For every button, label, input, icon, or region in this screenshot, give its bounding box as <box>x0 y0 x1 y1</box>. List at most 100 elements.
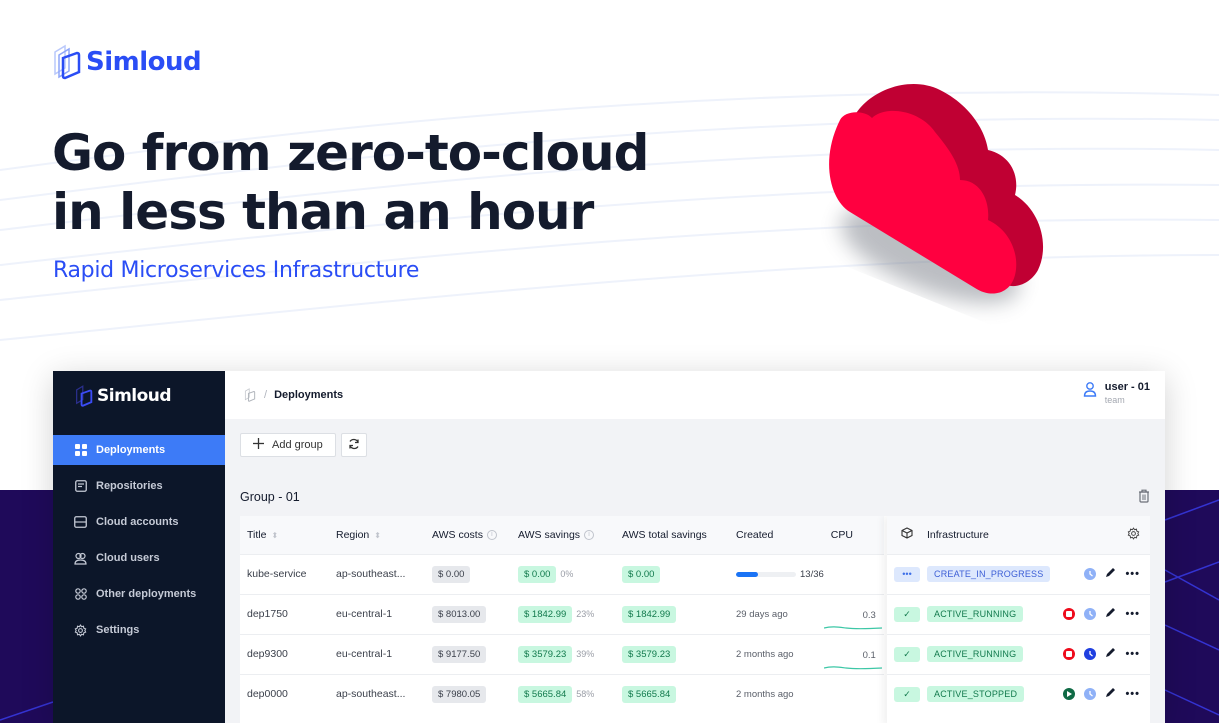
sidebar-brand: Simloud <box>73 385 172 407</box>
edit-button[interactable] <box>1105 567 1116 581</box>
title-cell[interactable]: dep0000 <box>240 673 329 714</box>
status-badge: ✓ <box>894 646 920 662</box>
table-header-row: Title ⬍ Region ⬍ AWS costs i AWS savings i A… <box>240 516 884 554</box>
edit-button[interactable] <box>1105 647 1116 661</box>
pencil-icon <box>1106 648 1116 657</box>
more-options-button[interactable]: ••• <box>1125 609 1140 620</box>
deployment-progress: 13/36 <box>736 569 824 580</box>
table-row[interactable]: dep0000 ap-southeast... $ 7980.05 $ 5665.84… <box>240 673 884 714</box>
simloud-logo-icon <box>54 44 81 80</box>
pencil-icon <box>1106 688 1116 698</box>
schedule-button[interactable] <box>1084 688 1097 701</box>
sort-icon[interactable]: ⬍ <box>271 531 278 540</box>
cpu-cell <box>823 673 884 714</box>
progress-text: 13/36 <box>800 569 824 580</box>
column-header-aws-savings: AWS savings i <box>511 516 615 554</box>
title-cell[interactable]: dep9300 <box>240 633 329 674</box>
pencil-icon <box>1106 568 1116 577</box>
aws-savings-cell: $ 3579.23 39% <box>511 633 615 674</box>
cloud-3d-icon <box>829 84 1044 304</box>
infrastructure-state: ACTIVE_STOPPED <box>927 686 1025 703</box>
add-group-button[interactable]: Add group <box>240 433 336 457</box>
gear-icon[interactable] <box>1127 526 1140 540</box>
start-button[interactable] <box>1063 688 1076 701</box>
deployments-table: Title ⬍ Region ⬍ AWS costs i AWS savings i A… <box>240 516 1150 723</box>
edit-button[interactable] <box>1105 687 1116 701</box>
sidebar-item-cloud-users[interactable]: Cloud users <box>53 543 225 573</box>
info-icon[interactable]: i <box>486 529 497 540</box>
created-date: 29 days ago <box>736 609 788 620</box>
user-role: team <box>1104 395 1125 405</box>
stop-button[interactable] <box>1063 648 1076 660</box>
column-header-status <box>887 516 927 554</box>
home-logo-icon[interactable] <box>243 388 257 402</box>
infrastructure-cell: ACTIVE_RUNNING <box>927 633 1057 674</box>
column-settings[interactable] <box>1057 516 1150 554</box>
savings-percent: 0% <box>560 568 574 579</box>
column-header-label: Title <box>247 528 267 541</box>
progress-bar <box>736 572 796 577</box>
table-row[interactable]: dep1750 eu-central-1 $ 8013.00 $ 1842.99 23%… <box>240 593 884 634</box>
infrastructure-row: ✓ ACTIVE_STOPPED ••• <box>887 673 1150 714</box>
created-cell: 2 months ago <box>729 673 824 714</box>
column-header-created: Created <box>729 516 824 554</box>
main-content: / Deployments user - 01 team Add group G… <box>225 371 1165 723</box>
aws-savings-pill: $ 1842.99 <box>518 605 573 623</box>
sidebar-brand-name: Simloud <box>97 386 172 406</box>
aws-costs-cell: $ 0.00 <box>425 553 511 594</box>
schedule-button[interactable] <box>1084 568 1097 580</box>
stop-icon <box>1066 611 1073 617</box>
sidebar-item-cloud-accounts[interactable]: Cloud accounts <box>53 507 225 537</box>
progress-fill <box>736 572 758 577</box>
column-header-region[interactable]: Region ⬍ <box>329 516 425 554</box>
aws-total-savings-pill: $ 1842.99 <box>622 605 677 623</box>
title-cell[interactable]: kube-service <box>240 553 329 594</box>
infrastructure-table: Infrastructure ••• CREATE_IN_PROGRESS ••• ✓… <box>887 516 1150 714</box>
column-header-label: Region <box>336 528 370 541</box>
infrastructure-cell: CREATE_IN_PROGRESS <box>927 553 1057 594</box>
cube-icon <box>901 527 913 539</box>
table-row[interactable]: kube-service ap-southeast... $ 0.00 $ 0.00 0… <box>240 553 884 594</box>
region-cell: eu-central-1 <box>329 593 425 634</box>
delete-group-button[interactable] <box>1138 489 1150 508</box>
sidebar-item-settings[interactable]: Settings <box>53 615 225 645</box>
top-bar: / Deployments user - 01 team <box>225 371 1165 419</box>
stop-button[interactable] <box>1063 608 1076 620</box>
trash-icon <box>1139 489 1149 503</box>
user-menu[interactable]: user - 01 team <box>1083 381 1150 405</box>
refresh-button[interactable] <box>340 433 367 457</box>
plus-icon <box>253 438 264 452</box>
schedule-button[interactable] <box>1084 648 1097 660</box>
sidebar-item-deployments[interactable]: Deployments <box>53 435 225 465</box>
status-badge: ✓ <box>894 606 920 622</box>
sidebar-item-other-deployments[interactable]: Other deployments <box>53 579 225 609</box>
aws-total-savings-pill: $ 5665.84 <box>622 685 677 703</box>
aws-total-savings-cell: $ 0.00 <box>615 553 729 594</box>
aws-costs-pill: $ 7980.05 <box>432 685 487 703</box>
column-header-title[interactable]: Title ⬍ <box>240 516 329 554</box>
status-cell: ✓ <box>887 593 927 634</box>
sidebar-item-label: Other deployments <box>96 588 197 600</box>
clock-icon <box>1089 691 1094 697</box>
title-cell[interactable]: dep1750 <box>240 593 329 634</box>
more-options-button[interactable]: ••• <box>1125 569 1140 580</box>
created-cell: 2 months ago <box>729 633 824 674</box>
aws-savings-pill: $ 5665.84 <box>518 685 573 703</box>
info-icon[interactable]: i <box>584 529 595 540</box>
infrastructure-state: CREATE_IN_PROGRESS <box>927 566 1051 582</box>
more-options-button[interactable]: ••• <box>1125 689 1140 700</box>
aws-total-savings-pill: $ 3579.23 <box>622 645 677 663</box>
table-row[interactable]: dep9300 eu-central-1 $ 9177.50 $ 3579.23 39%… <box>240 633 884 674</box>
sidebar-item-repositories[interactable]: Repositories <box>53 471 225 501</box>
column-header-label: AWS costs <box>432 528 483 541</box>
document-icon <box>74 480 87 493</box>
hero-headline: Go from zero-to-cloud in less than an ho… <box>52 124 649 242</box>
more-options-button[interactable]: ••• <box>1125 649 1140 660</box>
sidebar-item-label: Deployments <box>96 444 166 456</box>
aws-costs-pill: $ 0.00 <box>432 565 471 583</box>
schedule-button[interactable] <box>1084 608 1097 620</box>
status-cell: ✓ <box>887 633 927 674</box>
sort-icon[interactable]: ⬍ <box>374 531 381 540</box>
edit-button[interactable] <box>1105 607 1116 621</box>
play-icon <box>1067 691 1073 698</box>
